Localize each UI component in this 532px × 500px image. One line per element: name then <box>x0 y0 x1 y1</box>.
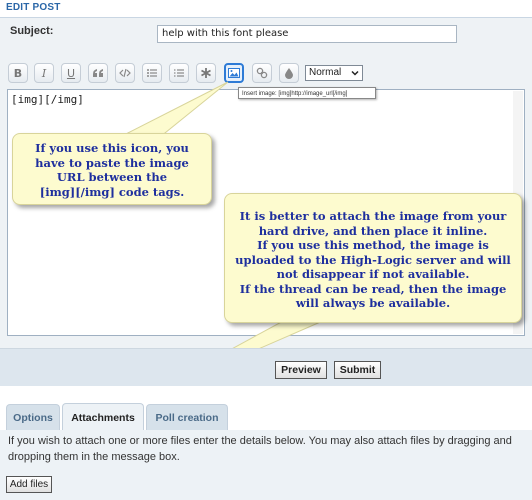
tab-attachments[interactable]: Attachments <box>62 403 144 431</box>
attachments-info: If you wish to attach one or more files … <box>8 435 512 463</box>
insert-image-tooltip: Insert image: [img]http://image_url[/img… <box>238 87 376 99</box>
font-size-value: Normal <box>309 67 342 78</box>
callout2-line: hard drive, and then place it inline. <box>258 223 488 238</box>
callout1-line: [img][/img] code tags. <box>39 184 185 199</box>
code-icon <box>119 68 131 78</box>
callout1-line: have to paste the image <box>35 155 189 170</box>
submit-button[interactable]: Submit <box>334 361 381 379</box>
subject-input[interactable]: help with this font please <box>157 25 457 43</box>
quote-icon <box>93 69 103 77</box>
underline-icon: U <box>66 66 76 80</box>
callout2-line: If you use this method, the image is <box>257 238 489 252</box>
italic-button[interactable]: I <box>34 63 54 83</box>
chevron-down-icon <box>351 70 359 76</box>
bold-button[interactable]: B <box>8 63 28 83</box>
tab-options[interactable]: Options <box>6 404 60 430</box>
callout1-line: If you use this icon, you <box>35 141 189 155</box>
submit-bar: Preview Submit <box>0 348 532 387</box>
callout1-line: URL between the <box>56 170 168 184</box>
asterisk-icon <box>201 68 211 78</box>
underline-button[interactable]: U <box>61 63 81 83</box>
list-button[interactable] <box>142 63 162 83</box>
callout2-line: If the thread can be read, then the imag… <box>239 281 507 296</box>
insert-image-button[interactable] <box>224 63 244 83</box>
attach-callout: It is better to attach the image from yo… <box>224 193 522 323</box>
color-icon <box>285 68 293 79</box>
numbered-list-button[interactable] <box>169 63 189 83</box>
list-icon <box>147 69 157 77</box>
editor-content: [img][/img] <box>11 93 84 106</box>
preview-button[interactable]: Preview <box>275 361 327 379</box>
font-size-select[interactable]: Normal <box>305 65 363 81</box>
callout2-line: uploaded to the High-Logic server and wi… <box>235 252 511 267</box>
callout2-line: not disappear if not available. <box>276 267 470 281</box>
image-icon <box>228 68 240 78</box>
callout2-line: It is better to attach the image from yo… <box>239 209 507 223</box>
page-title: EDIT POST <box>6 2 61 13</box>
italic-icon: I <box>41 66 47 80</box>
image-icon-callout: If you use this icon, you have to paste … <box>12 133 212 205</box>
numbered-list-icon <box>174 69 184 77</box>
bold-icon: B <box>13 66 23 80</box>
add-files-button[interactable]: Add files <box>6 476 52 493</box>
quote-button[interactable] <box>88 63 108 83</box>
link-button[interactable] <box>252 63 272 83</box>
link-icon <box>256 67 268 79</box>
code-button[interactable] <box>115 63 135 83</box>
subject-label: Subject: <box>10 25 54 37</box>
asterisk-button[interactable] <box>196 63 216 83</box>
callout2-line: will always be available. <box>295 296 451 310</box>
edit-post-header: EDIT POST <box>0 0 532 18</box>
color-button[interactable] <box>279 63 299 83</box>
tab-poll-creation[interactable]: Poll creation <box>146 404 228 430</box>
